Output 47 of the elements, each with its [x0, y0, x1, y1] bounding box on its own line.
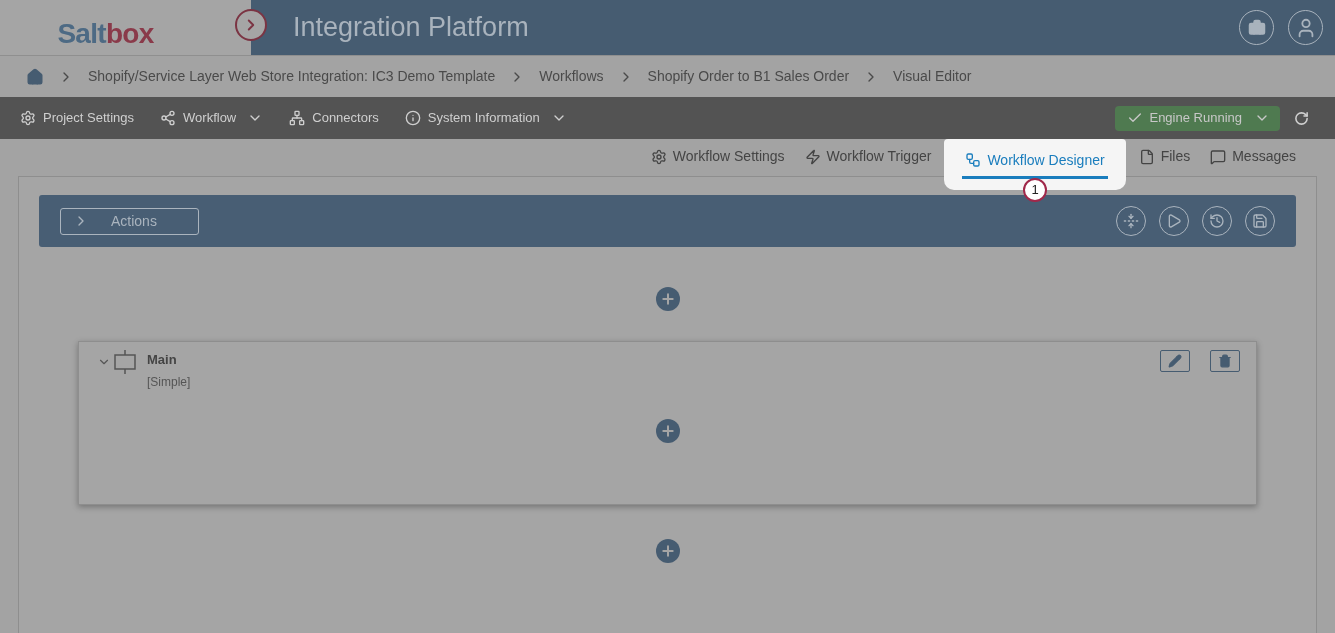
history-icon	[1209, 213, 1225, 229]
play-icon	[1166, 213, 1182, 229]
save-icon	[1252, 213, 1268, 229]
tab[interactable]: Workflow Trigger	[804, 146, 932, 168]
message-icon	[1210, 148, 1227, 165]
plus-icon	[659, 543, 676, 559]
breadcrumb-link[interactable]: Visual Editor	[893, 66, 972, 87]
logo: Saltbox	[57, 16, 154, 51]
actions-button[interactable]: Actions	[60, 207, 199, 235]
gear-icon	[650, 148, 667, 165]
block-subtitle: [Simple]	[147, 373, 191, 391]
breadcrumb-link[interactable]: Shopify Order to B1 Sales Order	[647, 66, 850, 87]
toolbar-menu[interactable]: Project Settings	[20, 108, 135, 128]
lightning-icon	[804, 148, 821, 165]
add-step-button[interactable]	[655, 418, 680, 443]
share-icon	[160, 110, 177, 126]
tab[interactable]: Messages	[1210, 146, 1296, 168]
pencil-icon	[1168, 354, 1182, 368]
home-icon[interactable]	[26, 67, 44, 86]
toolbar-menu[interactable]: System Information	[404, 108, 567, 128]
toolbar-menu[interactable]: Connectors	[289, 108, 379, 128]
expand-sidebar-button[interactable]	[235, 9, 267, 41]
delete-button[interactable]	[1210, 350, 1240, 372]
file-icon	[1138, 148, 1155, 165]
tab[interactable]: Files	[1138, 146, 1191, 168]
block-icon	[113, 350, 137, 374]
add-step-button[interactable]	[655, 539, 680, 563]
info-icon	[404, 110, 421, 126]
breadcrumb-link[interactable]: Workflows	[539, 66, 604, 87]
trash-icon	[1218, 354, 1232, 368]
refresh-icon	[1294, 110, 1309, 126]
engine-status-button[interactable]: Engine Running	[1115, 105, 1280, 131]
tab[interactable]: Workflow Settings	[650, 146, 785, 168]
flow-icon	[965, 152, 982, 168]
app-title: Integration Platform	[293, 11, 529, 45]
briefcase-icon	[1247, 18, 1266, 37]
network-icon	[289, 110, 306, 126]
block-title: Main	[147, 351, 178, 369]
add-step-button[interactable]	[655, 287, 680, 311]
plus-icon	[659, 291, 676, 307]
toolbar-menu[interactable]: Workflow	[160, 108, 264, 128]
breadcrumb-link[interactable]: Shopify/Service Layer Web Store Integration: IC3 Demo Template	[88, 66, 496, 87]
collapse-icon	[1123, 213, 1139, 229]
gear-icon	[20, 110, 36, 126]
edit-button[interactable]	[1160, 350, 1190, 372]
plus-icon	[659, 422, 676, 439]
refresh-button[interactable]	[1294, 110, 1309, 126]
